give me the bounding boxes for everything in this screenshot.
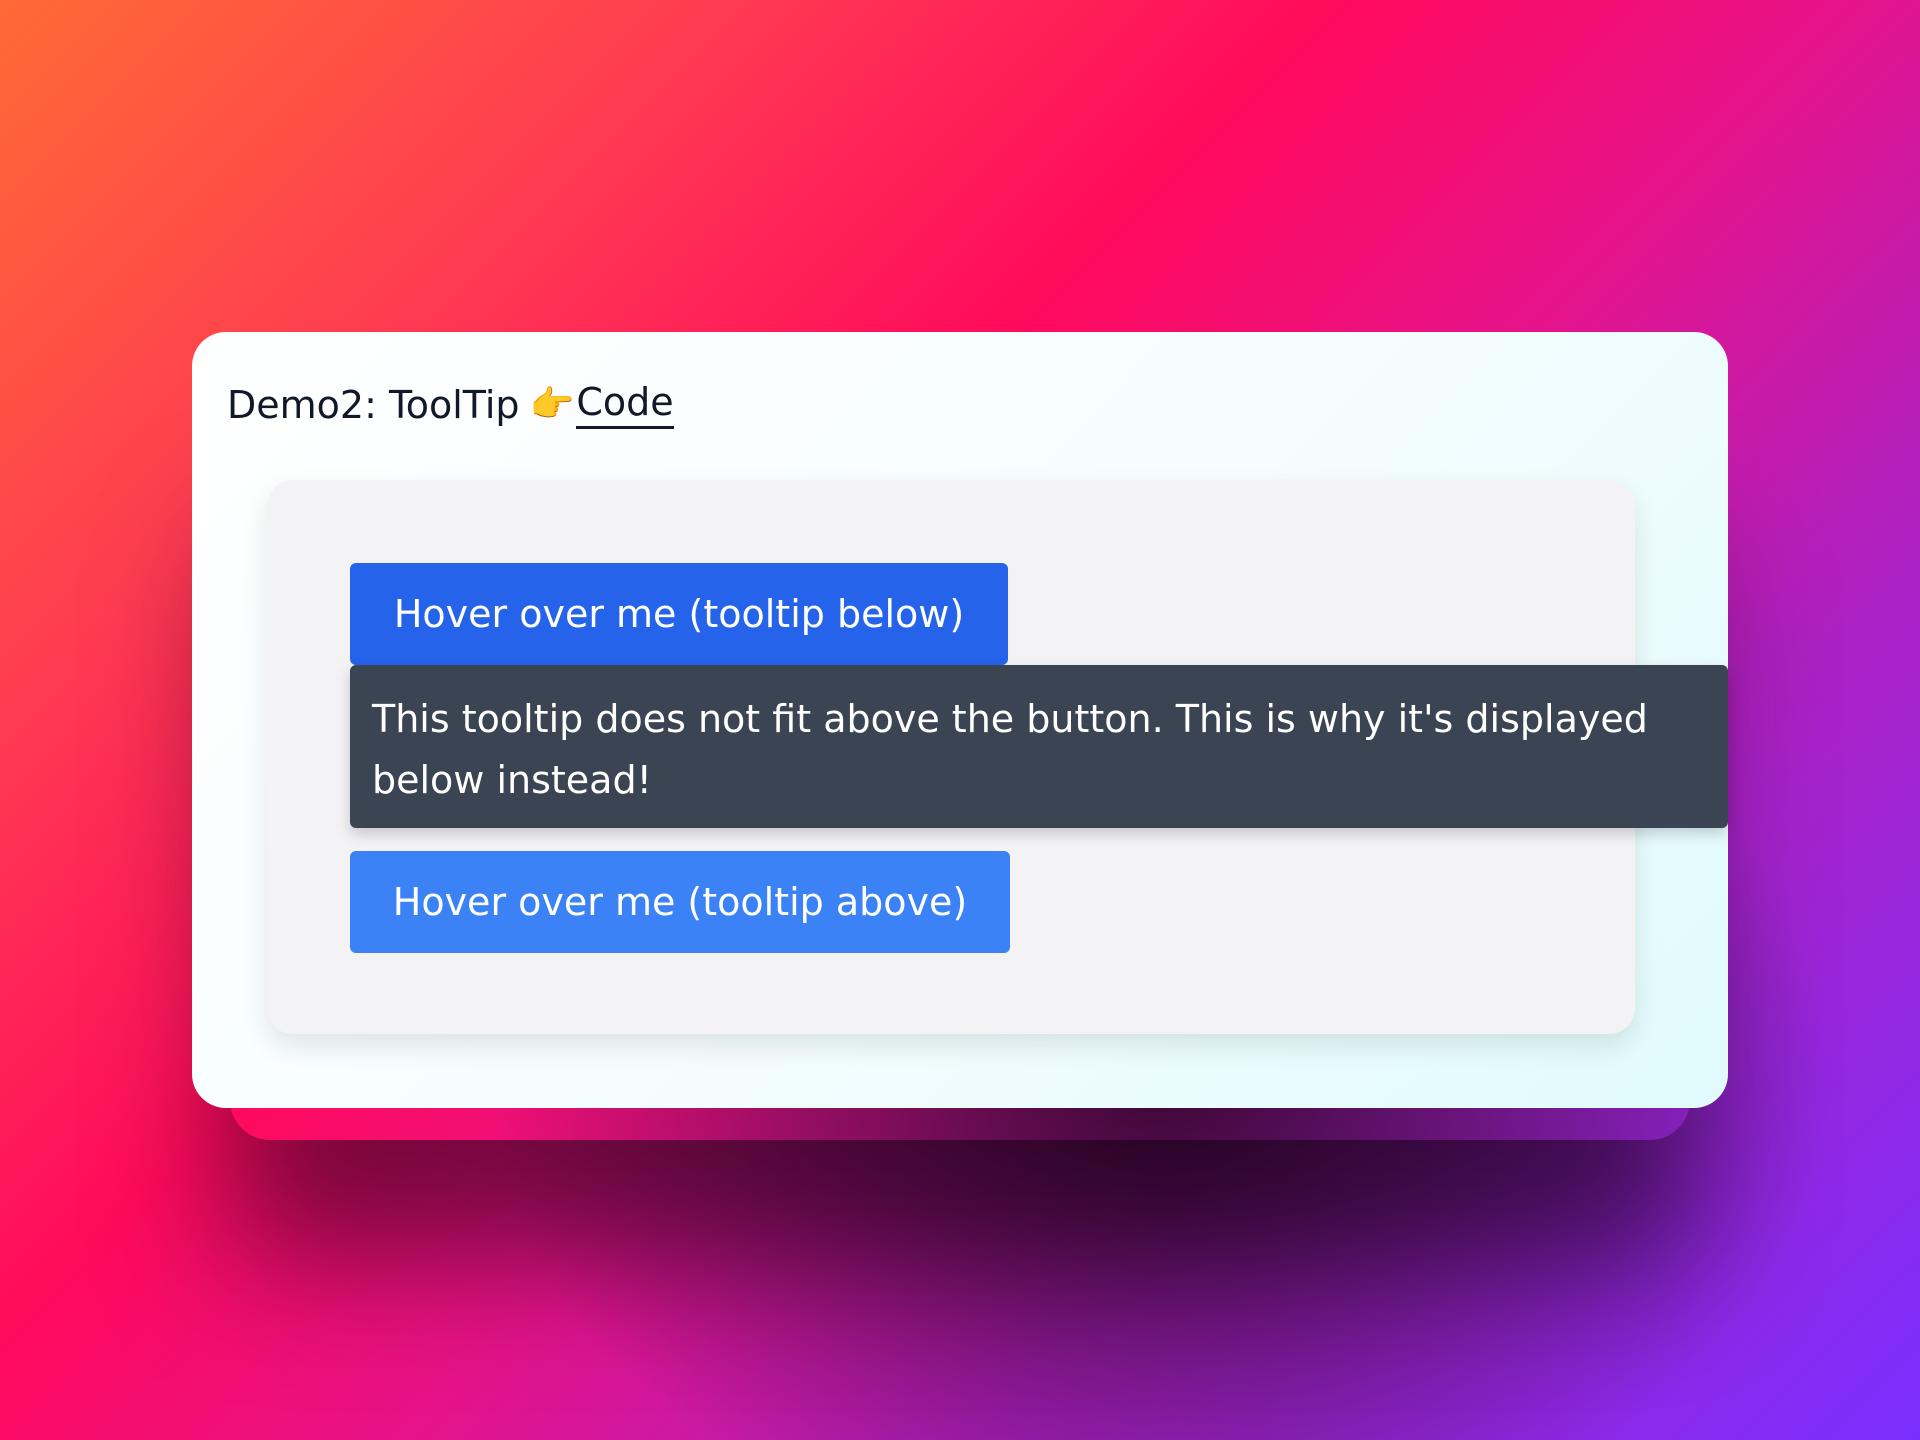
hover-button-tooltip-below[interactable]: Hover over me (tooltip below) [350,563,1008,665]
demo-card: Demo2: ToolTip 👉 Code Hover over me (too… [192,332,1728,1108]
card-title: Demo2: ToolTip 👉 Code [227,380,674,429]
card-title-text: Demo2: ToolTip [227,382,520,427]
tooltip-text: This tooltip does not fit above the butt… [372,697,1648,802]
pointing-hand-icon: 👉 [529,383,575,425]
code-link[interactable]: Code [576,380,674,429]
hover-button-tooltip-above[interactable]: Hover over me (tooltip above) [350,851,1010,953]
tooltip: This tooltip does not fit above the butt… [350,665,1728,828]
